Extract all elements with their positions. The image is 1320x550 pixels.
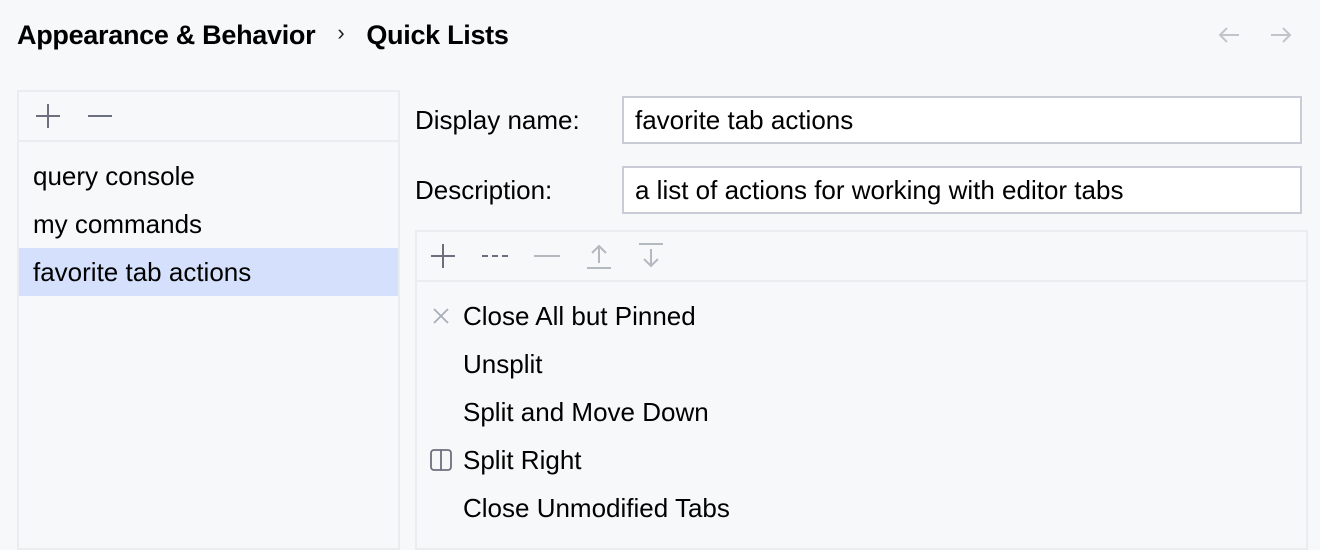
remove-quick-list-button[interactable] <box>81 97 119 135</box>
minus-icon <box>534 255 560 257</box>
arrow-right-icon <box>1271 27 1292 43</box>
split-vertical-icon <box>419 436 463 484</box>
page-title: Quick Lists <box>366 19 509 50</box>
action-label: Unsplit <box>463 348 543 379</box>
actions-list: Close All but Pinned Unsplit Split and M… <box>417 282 1306 532</box>
move-up-icon <box>587 244 611 269</box>
quick-lists-panel: query console my commands favorite tab a… <box>17 90 400 550</box>
add-separator-button[interactable] <box>476 237 514 275</box>
quick-list-item[interactable]: query console <box>19 152 398 200</box>
close-icon <box>419 292 463 340</box>
plus-icon <box>36 104 60 128</box>
quick-lists-list: query console my commands favorite tab a… <box>19 142 398 296</box>
action-label: Close Unmodified Tabs <box>463 492 730 523</box>
empty-icon-slot <box>419 340 463 388</box>
quick-list-item[interactable]: my commands <box>19 200 398 248</box>
empty-icon-slot <box>419 388 463 436</box>
action-item[interactable]: Unsplit <box>417 340 1306 388</box>
move-down-icon <box>639 243 663 268</box>
minus-icon <box>88 115 112 117</box>
quick-list-item-selected[interactable]: favorite tab actions <box>19 248 398 296</box>
actions-panel: Close All but Pinned Unsplit Split and M… <box>415 230 1308 550</box>
plus-icon <box>431 244 455 268</box>
quick-lists-toolbar <box>19 92 398 142</box>
back-button[interactable] <box>1214 20 1244 50</box>
action-item[interactable]: Split and Move Down <box>417 388 1306 436</box>
add-separator-icon <box>482 255 508 257</box>
description-input[interactable] <box>622 166 1302 214</box>
action-item[interactable]: Close Unmodified Tabs <box>417 484 1306 532</box>
add-quick-list-button[interactable] <box>29 97 67 135</box>
empty-icon-slot <box>419 484 463 532</box>
action-item[interactable]: Split Right <box>417 436 1306 484</box>
arrow-left-icon <box>1218 27 1239 43</box>
forward-button[interactable] <box>1266 20 1296 50</box>
display-name-input[interactable] <box>622 96 1302 144</box>
actions-toolbar <box>417 232 1306 282</box>
display-name-row: Display name: <box>415 96 1302 144</box>
breadcrumb-parent[interactable]: Appearance & Behavior <box>17 20 316 51</box>
display-name-label: Display name: <box>415 104 580 135</box>
move-down-button[interactable] <box>632 237 670 275</box>
breadcrumb-separator: › <box>337 20 345 45</box>
remove-action-button[interactable] <box>528 237 566 275</box>
action-label: Split Right <box>463 444 582 475</box>
move-up-button[interactable] <box>580 237 618 275</box>
breadcrumb: Appearance & Behavior › Quick Lists <box>17 16 509 54</box>
navigation-arrows <box>1214 20 1296 50</box>
action-item[interactable]: Close All but Pinned <box>417 292 1306 340</box>
description-label: Description: <box>415 174 553 205</box>
add-action-button[interactable] <box>424 237 462 275</box>
action-label: Close All but Pinned <box>463 300 696 331</box>
description-row: Description: <box>415 166 1302 214</box>
action-label: Split and Move Down <box>463 396 709 427</box>
